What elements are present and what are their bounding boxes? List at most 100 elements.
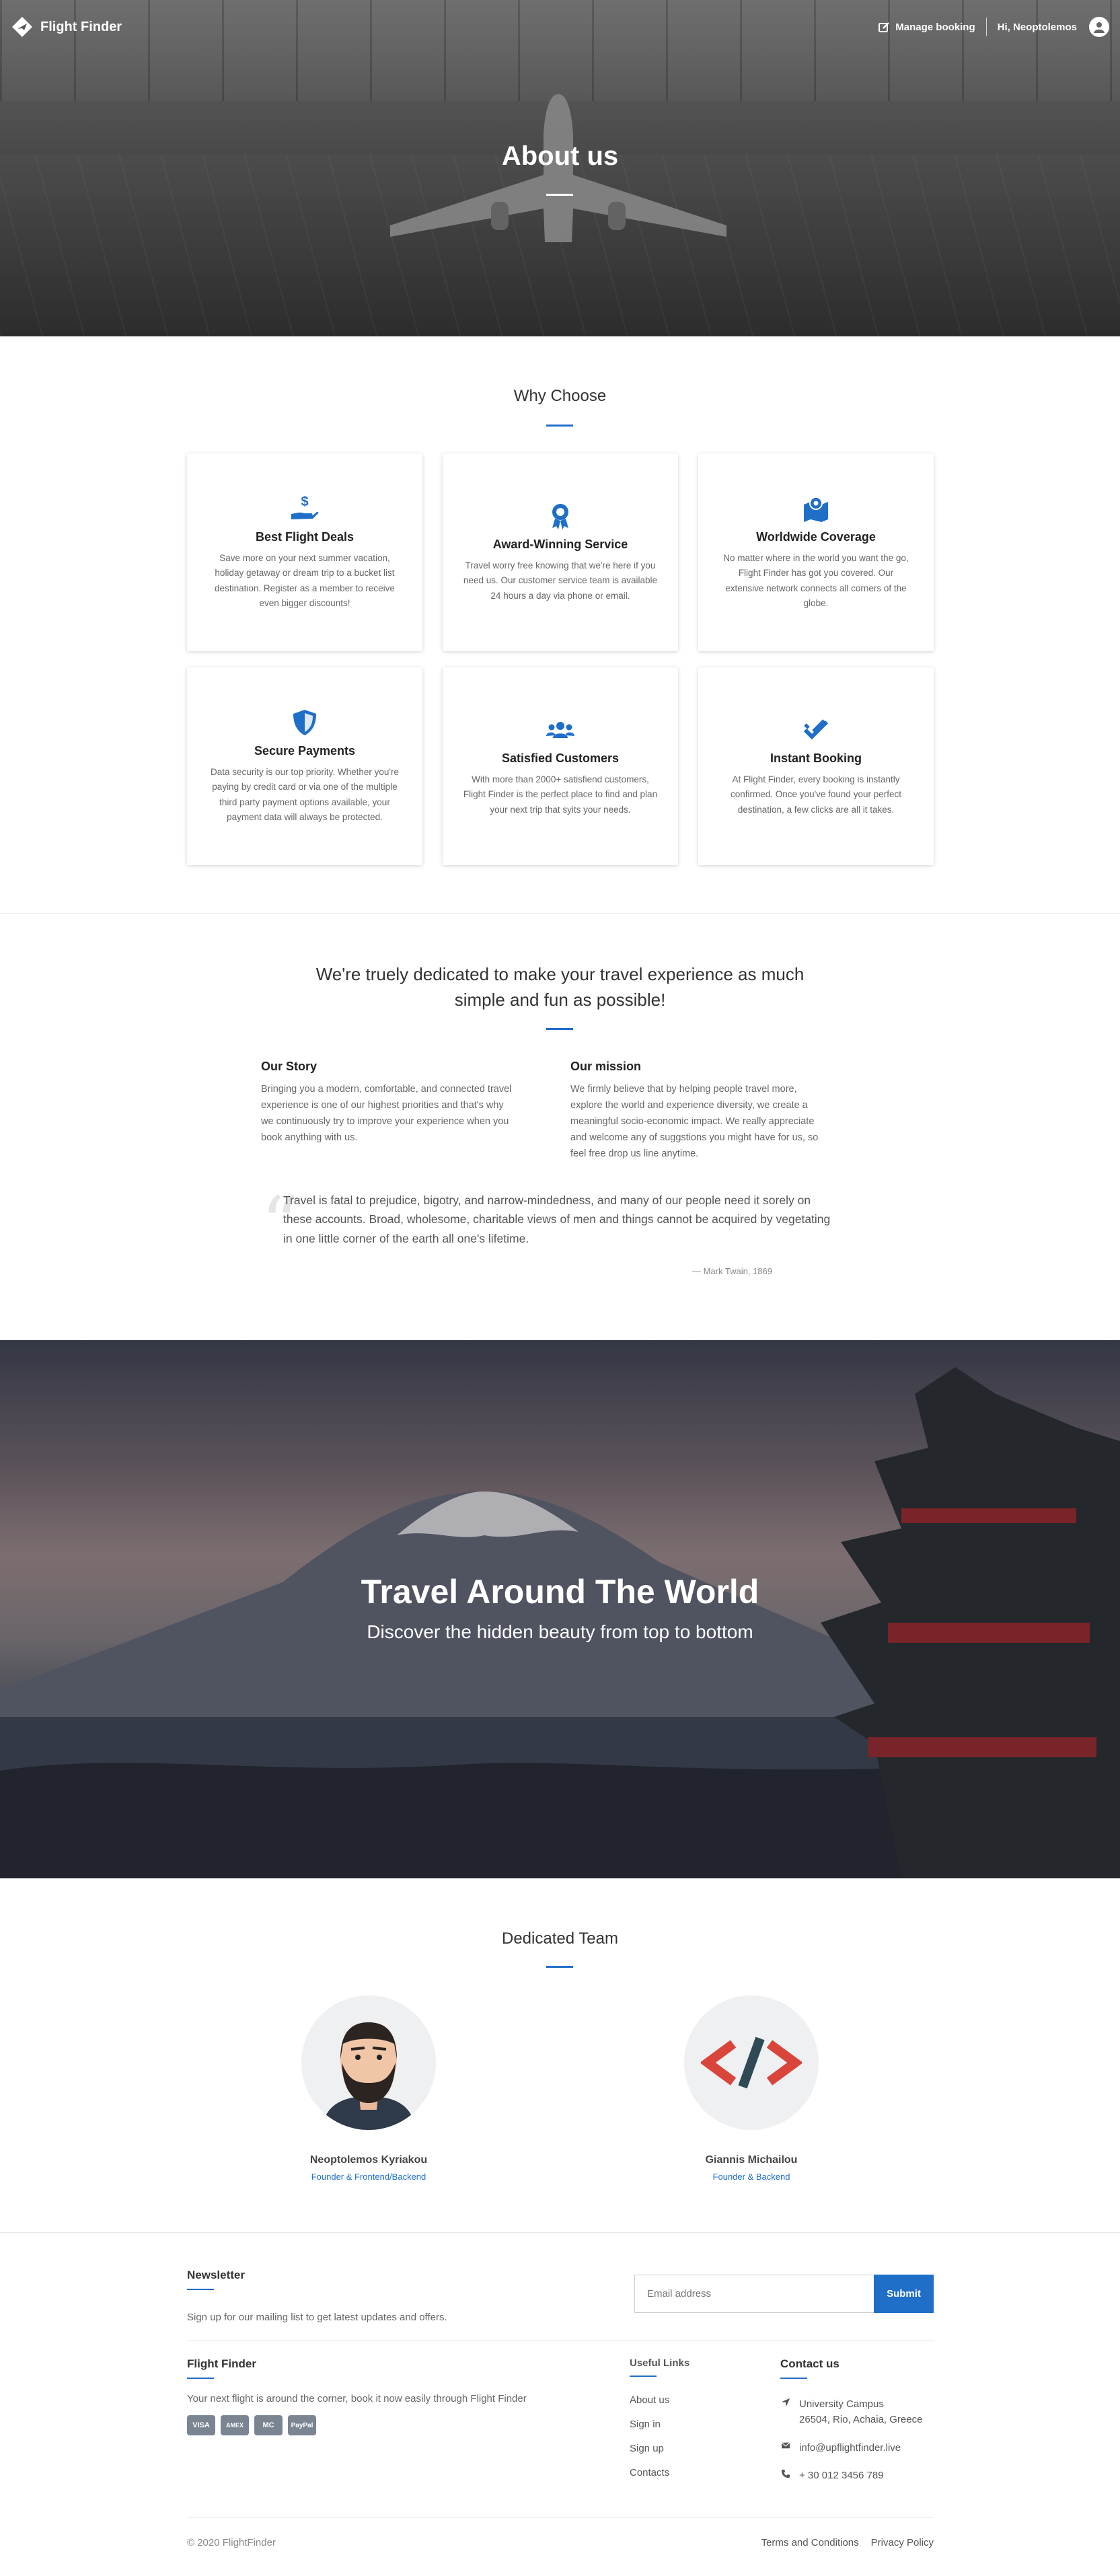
newsletter-submit-button[interactable]: Submit (874, 2275, 934, 2313)
footer-divider (780, 2378, 807, 2379)
team-title: Dedicated Team (502, 1929, 618, 1948)
brand[interactable]: Flight Finder (11, 15, 122, 38)
phone-contact[interactable]: + 30 012 3456 789 (780, 2468, 922, 2483)
footer-divider (187, 2378, 214, 2379)
member-role: Founder & Backend (712, 2172, 790, 2182)
footer-separator (187, 2340, 934, 2341)
mission-text: We firmly believe that by helping people… (570, 1084, 819, 1159)
member-role: Founder & Frontend/Backend (311, 2172, 426, 2182)
feature-text: Data security is our top priority. Wheth… (211, 766, 399, 822)
newsletter-email-input[interactable] (634, 2275, 874, 2313)
address: University Campus 26504, Rio, Achaia, Gre… (780, 2396, 922, 2428)
mission-title: Our mission (570, 1060, 642, 1073)
site-footer: Newsletter Sign up for our mailing list … (0, 2232, 1120, 2576)
feature-text: At Flight Finder, every booking is insta… (731, 774, 901, 815)
mastercard-icon: MC (254, 2415, 283, 2435)
hand-dollar-icon: $ (291, 494, 319, 519)
copyright: © 2020 FlightFinder (187, 2537, 276, 2548)
feature-text: With more than 2000+ satisfiend customer… (463, 774, 658, 815)
bearded-man-avatar-icon (322, 2022, 416, 2130)
user-menu[interactable]: Hi, Neoptolemos (987, 17, 1109, 37)
feature-card-customers: Satisfied Customers With more than 2000+… (443, 667, 678, 865)
map-marked-icon (804, 496, 828, 522)
shield-icon (293, 709, 316, 735)
email-contact[interactable]: info@upflightfinder.live (780, 2440, 922, 2456)
avatar (684, 1995, 819, 2130)
footer-link-signup[interactable]: Sign up (630, 2443, 689, 2454)
section-divider (546, 425, 573, 427)
contact-title: Contact us (780, 2357, 839, 2370)
payment-methods: VISA AMEX MC PayPal (187, 2415, 564, 2435)
location-arrow-icon (781, 2398, 790, 2407)
footer-about-text: Your next flight is around the corner, b… (187, 2393, 527, 2404)
mission-heading: We're truely dedicated to make your trav… (315, 964, 805, 1010)
feature-card-service: Award-Winning Service Travel worry free … (443, 453, 678, 651)
feature-card-coverage: Worldwide Coverage No matter where in th… (698, 453, 934, 651)
quote-author: — Mark Twain, 1869 (692, 1266, 772, 1276)
paypal-icon: PayPal (288, 2415, 316, 2435)
travel-banner: Travel Around The World Discover the hid… (0, 1340, 1120, 1878)
our-mission: Our mission We firmly believe that by he… (570, 1060, 826, 1163)
contact-info: Contact us University Campus 26504, Rio, … (780, 2357, 922, 2495)
feature-card-payments: Secure Payments Data security is our top… (187, 667, 422, 865)
double-check-icon (803, 719, 829, 740)
footer-separator (187, 2517, 934, 2518)
footer-about-title: Flight Finder (187, 2357, 256, 2370)
footer-link-contacts[interactable]: Contacts (630, 2467, 689, 2478)
feature-title: Instant Booking (770, 751, 862, 766)
feature-title: Award-Winning Service (492, 538, 628, 552)
links-title: Useful Links (630, 2357, 690, 2369)
code-brackets-icon (701, 2036, 802, 2089)
feature-card-booking: Instant Booking At Flight Finder, every … (698, 667, 934, 865)
edit-icon (879, 22, 890, 32)
member-name: Giannis Michailou (705, 2154, 798, 2166)
blockquote: “ Travel is fatal to prejudice, bigotry,… (261, 1187, 866, 1276)
our-story: Our Story Bringing you a modern, comfort… (261, 1060, 517, 1146)
feature-card-best-deals: $ Best Flight Deals Save more on your ne… (187, 453, 422, 651)
useful-links: Useful Links About us Sign in Sign up Co… (630, 2357, 689, 2491)
newsletter-text: Sign up for our mailing list to get late… (187, 2312, 447, 2323)
why-choose-title: Why Choose (513, 387, 607, 405)
team-member: Giannis Michailou Founder & Backend (671, 1995, 832, 2182)
footer-link-signin[interactable]: Sign in (630, 2419, 689, 2430)
award-icon (552, 504, 568, 530)
legal-links: Terms and Conditions Privacy Policy (761, 2537, 934, 2548)
visa-card-icon: VISA (187, 2415, 215, 2435)
user-avatar-icon (1089, 17, 1109, 37)
envelope-icon (781, 2441, 790, 2448)
team-member: Neoptolemos Kyriakou Founder & Frontend/… (288, 1995, 449, 2182)
hero-banner: Flight Finder Manage booking Hi, Neoptol… (0, 0, 1120, 336)
privacy-link[interactable]: Privacy Policy (871, 2537, 934, 2548)
feature-text: Save more on your next summer vacation, … (215, 552, 395, 608)
footer-divider (630, 2376, 657, 2377)
top-navbar: Flight Finder Manage booking Hi, Neoptol… (0, 0, 1120, 54)
amex-card-icon: AMEX (221, 2415, 249, 2435)
story-title: Our Story (261, 1060, 318, 1073)
feature-title: Satisfied Customers (501, 751, 620, 766)
features-grid: $ Best Flight Deals Save more on your ne… (187, 453, 934, 865)
newsletter-title: Newsletter (187, 2269, 245, 2281)
feature-title: Worldwide Coverage (756, 529, 876, 544)
story-text: Bringing you a modern, comfortable, and … (261, 1084, 512, 1143)
title-underline (546, 194, 573, 196)
travel-subtitle: Discover the hidden beauty from top to b… (367, 1621, 753, 1642)
avatar (301, 1995, 436, 2130)
svg-text:$: $ (301, 494, 308, 509)
plane-logo-icon (12, 17, 32, 37)
feature-title: Best Flight Deals (255, 529, 354, 544)
user-greeting: Hi, Neoptolemos (997, 21, 1077, 33)
footer-divider (187, 2289, 214, 2290)
page-title: About us (501, 141, 619, 171)
feature-text: Travel worry free knowing that we're her… (463, 560, 658, 601)
feature-title: Secure Payments (254, 743, 356, 758)
terms-link[interactable]: Terms and Conditions (761, 2537, 859, 2548)
users-icon (546, 722, 574, 739)
footer-link-about[interactable]: About us (630, 2394, 689, 2406)
travel-title: Travel Around The World (361, 1573, 759, 1611)
section-divider (546, 1028, 573, 1030)
manage-booking-link[interactable]: Manage booking (868, 22, 985, 33)
brand-name: Flight Finder (40, 19, 122, 34)
member-name: Neoptolemos Kyriakou (309, 2154, 428, 2166)
section-separator (0, 913, 1120, 914)
phone-icon (781, 2469, 790, 2478)
